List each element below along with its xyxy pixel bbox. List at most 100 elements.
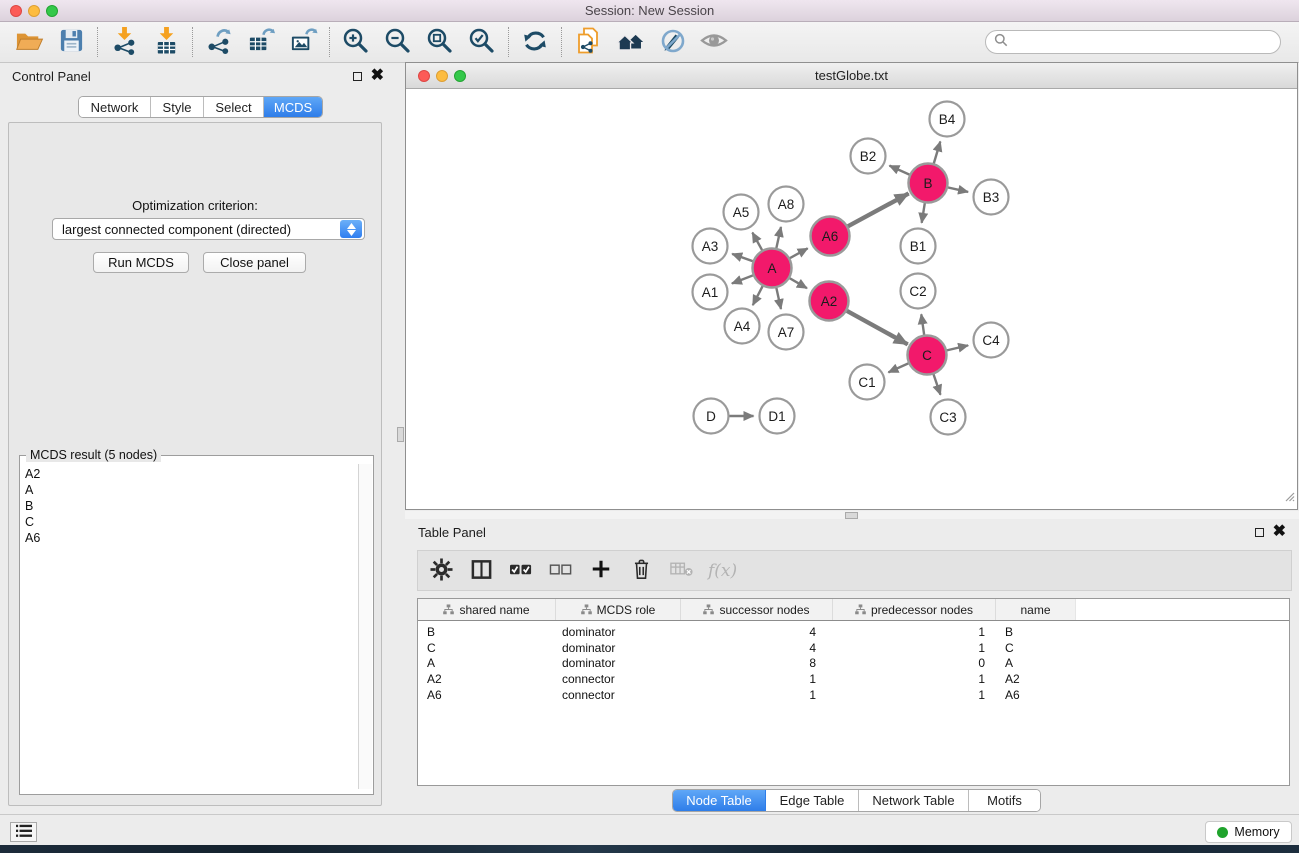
hide-annotations-button[interactable] (651, 24, 693, 60)
graph-node-C1[interactable]: C1 (850, 365, 885, 400)
table-cell[interactable]: 1 (833, 641, 996, 655)
table-row[interactable]: Cdominator41C (418, 640, 1289, 656)
table-cell[interactable]: 1 (833, 688, 996, 702)
tab-node-table[interactable]: Node Table (673, 790, 766, 811)
tab-network-table[interactable]: Network Table (859, 790, 969, 811)
table-cell[interactable]: A (996, 656, 1076, 670)
graph-node-B4[interactable]: B4 (930, 102, 965, 137)
tab-network[interactable]: Network (79, 97, 151, 117)
table-cell[interactable]: 1 (681, 688, 833, 702)
export-network-button[interactable] (198, 24, 240, 60)
graph-node-A3[interactable]: A3 (693, 229, 728, 264)
table-cell[interactable]: A6 (996, 688, 1076, 702)
graph-node-A7[interactable]: A7 (769, 315, 804, 350)
table-row[interactable]: Adominator80A (418, 655, 1289, 671)
open-session-button[interactable] (8, 24, 50, 60)
mcds-result-item[interactable]: B (25, 498, 359, 514)
network-close-button[interactable] (418, 70, 430, 82)
graph-node-A6[interactable]: A6 (811, 217, 850, 256)
table-cell[interactable]: B (996, 625, 1076, 639)
close-table-panel-icon[interactable]: ✖ (1273, 527, 1286, 537)
graph-node-A2[interactable]: A2 (810, 282, 849, 321)
table-cell[interactable]: A2 (996, 672, 1076, 686)
table-cell[interactable]: C (418, 641, 556, 655)
table-cell[interactable]: 1 (681, 672, 833, 686)
deselect-all-button[interactable] (548, 554, 574, 588)
vertical-split-handle[interactable] (397, 427, 404, 442)
mcds-result-item[interactable]: A6 (25, 530, 359, 546)
table-cell[interactable]: 1 (833, 625, 996, 639)
graph-node-B3[interactable]: B3 (974, 180, 1009, 215)
column-header-mcds-role[interactable]: MCDS role (556, 599, 681, 620)
network-overview-button[interactable] (567, 24, 609, 60)
table-cell[interactable]: 1 (833, 672, 996, 686)
graph-node-A4[interactable]: A4 (725, 309, 760, 344)
criterion-dropdown[interactable]: largest connected component (directed) (52, 218, 365, 240)
float-panel-icon[interactable] (353, 72, 362, 81)
zoom-in-button[interactable] (335, 24, 377, 60)
table-cell[interactable]: B (418, 625, 556, 639)
zoom-fit-button[interactable] (419, 24, 461, 60)
table-cell[interactable]: 4 (681, 625, 833, 639)
delete-column-button[interactable] (628, 554, 654, 588)
close-window-button[interactable] (10, 5, 22, 17)
table-cell[interactable]: C (996, 641, 1076, 655)
table-cell[interactable]: 0 (833, 656, 996, 670)
node-table[interactable]: shared nameMCDS rolesuccessor nodesprede… (417, 598, 1290, 786)
table-cell[interactable]: dominator (556, 656, 681, 670)
graph-node-A5[interactable]: A5 (724, 195, 759, 230)
horizontal-split-handle[interactable] (845, 512, 858, 519)
network-graph[interactable]: B4B2BB3A8A5A6B1A3AA1C2A2A4A7C4CC1C3DD1 (406, 89, 1297, 509)
table-cell[interactable]: dominator (556, 625, 681, 639)
graph-node-D[interactable]: D (694, 399, 729, 434)
table-cell[interactable]: connector (556, 688, 681, 702)
show-graphics-button[interactable] (693, 24, 735, 60)
task-history-button[interactable] (10, 822, 37, 842)
table-cell[interactable]: 4 (681, 641, 833, 655)
minimize-window-button[interactable] (28, 5, 40, 17)
close-panel-button[interactable]: Close panel (203, 252, 306, 273)
table-cell[interactable]: dominator (556, 641, 681, 655)
table-row[interactable]: A2connector11A2 (418, 671, 1289, 687)
table-cell[interactable]: 8 (681, 656, 833, 670)
import-network-button[interactable] (103, 24, 145, 60)
tab-motifs[interactable]: Motifs (969, 790, 1040, 811)
tab-edge-table[interactable]: Edge Table (766, 790, 859, 811)
memory-button[interactable]: Memory (1205, 821, 1292, 843)
graph-node-A8[interactable]: A8 (769, 187, 804, 222)
graph-node-B1[interactable]: B1 (901, 229, 936, 264)
tab-select[interactable]: Select (204, 97, 264, 117)
zoom-out-button[interactable] (377, 24, 419, 60)
table-settings-button[interactable] (428, 554, 454, 588)
select-all-button[interactable] (508, 554, 534, 588)
mcds-result-item[interactable]: A2 (25, 466, 359, 482)
network-canvas[interactable]: B4B2BB3A8A5A6B1A3AA1C2A2A4A7C4CC1C3DD1 (406, 89, 1297, 509)
add-column-button[interactable] (588, 554, 614, 588)
export-table-button[interactable] (240, 24, 282, 60)
network-window-titlebar[interactable]: testGlobe.txt (406, 63, 1297, 89)
column-header-successor-nodes[interactable]: successor nodes (681, 599, 833, 620)
table-row[interactable]: A6connector11A6 (418, 687, 1289, 703)
graph-node-D1[interactable]: D1 (760, 399, 795, 434)
mcds-result-list[interactable]: A2ABCA6 (21, 464, 359, 789)
graph-node-B[interactable]: B (909, 164, 948, 203)
import-table-button[interactable] (145, 24, 187, 60)
mcds-result-item[interactable]: A (25, 482, 359, 498)
table-cell[interactable]: connector (556, 672, 681, 686)
graph-node-A[interactable]: A (753, 249, 792, 288)
float-table-panel-icon[interactable] (1255, 528, 1264, 537)
export-image-button[interactable] (282, 24, 324, 60)
column-header-predecessor-nodes[interactable]: predecessor nodes (833, 599, 996, 620)
save-session-button[interactable] (50, 24, 92, 60)
table-cell[interactable]: A2 (418, 672, 556, 686)
mcds-result-scrollbar[interactable] (358, 464, 372, 789)
column-visibility-button[interactable] (468, 554, 494, 588)
window-resize-grip[interactable] (1283, 489, 1295, 507)
table-row[interactable]: Bdominator41B (418, 624, 1289, 640)
table-cell[interactable]: A6 (418, 688, 556, 702)
network-zoom-button[interactable] (454, 70, 466, 82)
zoom-selected-button[interactable] (461, 24, 503, 60)
close-panel-icon[interactable]: ✖ (371, 71, 384, 81)
column-header-shared-name[interactable]: shared name (418, 599, 556, 620)
search-input[interactable] (1008, 35, 1272, 49)
